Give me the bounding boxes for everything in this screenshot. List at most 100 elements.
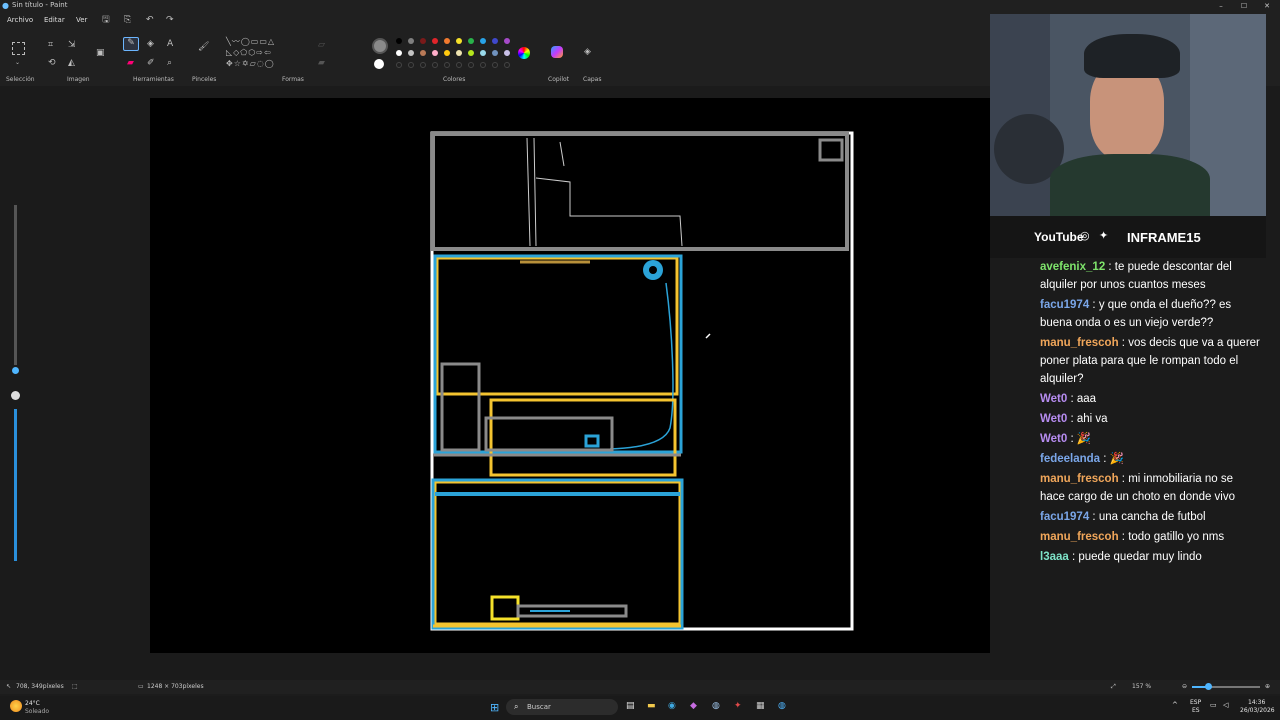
custom-color-slot[interactable]	[504, 62, 510, 68]
flip-icon[interactable]: ◭	[68, 58, 75, 68]
undo-icon[interactable]: ↶	[146, 15, 154, 25]
color-swatch[interactable]	[468, 38, 474, 44]
color-swatch[interactable]	[504, 50, 510, 56]
task-view-icon[interactable]: ▤	[626, 701, 635, 711]
copilot-icon[interactable]	[551, 46, 563, 58]
color-swatch[interactable]	[444, 50, 450, 56]
lang-2[interactable]: ES	[1192, 707, 1200, 714]
pencil-icon[interactable]: ✎	[123, 37, 139, 51]
share-icon[interactable]: ⎘	[124, 15, 131, 25]
color-swatch[interactable]	[444, 38, 450, 44]
clock-time[interactable]: 14:36	[1248, 699, 1265, 706]
image-select-icon[interactable]: ▣	[96, 48, 105, 58]
app-red-icon[interactable]: ✦	[734, 701, 742, 711]
drawing-canvas[interactable]	[150, 98, 990, 653]
brush-size-slider[interactable]	[11, 205, 20, 565]
rotate-icon[interactable]: ⟲	[48, 58, 56, 68]
blue-blob-center	[649, 266, 657, 274]
custom-color-slot[interactable]	[456, 62, 462, 68]
color-swatch[interactable]	[408, 38, 414, 44]
edge-icon[interactable]: ◉	[668, 701, 676, 711]
outline-icon[interactable]: ▱	[318, 40, 325, 50]
color-wheel-icon[interactable]	[518, 47, 530, 59]
chevron-down-icon[interactable]: ⌄	[15, 58, 20, 68]
zoom-slider[interactable]	[1192, 683, 1260, 690]
color-swatch[interactable]	[480, 50, 486, 56]
zoom-level[interactable]: 157 %	[1132, 683, 1151, 690]
current-color-swatch[interactable]	[372, 38, 388, 54]
color-swatch[interactable]	[504, 38, 510, 44]
shapes-gallery[interactable]: ╲〰◯▭▭△ ◺◇⬠⬡⇨⇦ ✥☆✡▱◌◯	[226, 36, 306, 74]
canvas-size-icon: ▭	[138, 683, 144, 690]
steam-icon[interactable]: ◍	[712, 701, 720, 711]
fit-icon[interactable]: ⤢	[1111, 683, 1116, 691]
selection-icon[interactable]	[12, 42, 25, 55]
color-swatch[interactable]	[408, 50, 414, 56]
color-swatch[interactable]	[456, 38, 462, 44]
color-swatch[interactable]	[396, 38, 402, 44]
color-swatch[interactable]	[468, 50, 474, 56]
custom-color-slot[interactable]	[480, 62, 486, 68]
color-swatch[interactable]	[492, 50, 498, 56]
minimize-button[interactable]: –	[1210, 0, 1232, 12]
color-picker-icon[interactable]: ✐	[147, 58, 155, 68]
eraser-icon[interactable]: ▰	[127, 58, 134, 68]
zoom-out-icon[interactable]: ⊖	[1182, 683, 1187, 690]
custom-color-slot[interactable]	[432, 62, 438, 68]
group-copilot-label: Copilot	[548, 76, 570, 83]
app-icon[interactable]: ◆	[690, 701, 697, 711]
color-swatch[interactable]	[492, 38, 498, 44]
redo-icon[interactable]: ↷	[166, 15, 174, 25]
zoom-in-icon[interactable]: ⊕	[1265, 683, 1270, 690]
shape-fill-icon[interactable]: ▰	[318, 58, 325, 68]
paint-taskbar-icon[interactable]: ◍	[778, 701, 786, 711]
search-placeholder: Buscar	[527, 703, 551, 711]
volume-icon[interactable]: ◁	[1223, 701, 1228, 709]
color-swatch[interactable]	[420, 50, 426, 56]
windows-start-icon[interactable]: ⊞	[490, 701, 499, 714]
color-palette[interactable]	[396, 38, 516, 74]
menu-edit[interactable]: Editar	[44, 16, 65, 24]
custom-color-slot[interactable]	[492, 62, 498, 68]
lang-1[interactable]: ESP	[1190, 699, 1201, 706]
taskbar-search[interactable]: ⌕ Buscar	[506, 699, 618, 715]
clock-date[interactable]: 26/03/2026	[1240, 707, 1275, 714]
text-icon[interactable]: A	[167, 39, 173, 49]
close-button[interactable]: ✕	[1256, 0, 1278, 12]
save-icon[interactable]: 🖫	[102, 15, 110, 25]
custom-color-slot[interactable]	[420, 62, 426, 68]
zoom-slider-thumb[interactable]	[1205, 683, 1212, 690]
maximize-button[interactable]: ☐	[1233, 0, 1255, 12]
chat-message: Wet0 : aaa	[1040, 390, 1260, 408]
tray-chevron-icon[interactable]: ^	[1172, 701, 1178, 709]
app-gray-icon[interactable]: ▦	[756, 701, 765, 711]
menu-file[interactable]: Archivo	[7, 16, 33, 24]
custom-color-slot[interactable]	[444, 62, 450, 68]
crop-icon[interactable]: ⌗	[48, 40, 53, 50]
chat-text: : todo gatillo yo nms	[1118, 531, 1225, 543]
opacity-track[interactable]	[14, 409, 17, 561]
layers-icon[interactable]: ◈	[584, 47, 591, 57]
fill-icon[interactable]: ◈	[147, 39, 154, 49]
custom-color-slot[interactable]	[396, 62, 402, 68]
network-icon[interactable]: ▭	[1210, 701, 1217, 709]
secondary-color-swatch[interactable]	[374, 59, 384, 69]
color-swatch[interactable]	[432, 38, 438, 44]
file-explorer-icon[interactable]: ▬	[647, 701, 656, 711]
brush-icon[interactable]: 🖌	[198, 42, 209, 52]
group-tools-label: Herramientas	[133, 76, 174, 83]
resize-icon[interactable]: ⇲	[68, 40, 76, 50]
taskbar: 24°C Soleado ⊞ ⌕ Buscar ▤ ▬ ◉ ◆ ◍ ✦ ▦ ◍ …	[0, 696, 1280, 720]
custom-color-slot[interactable]	[468, 62, 474, 68]
custom-color-slot[interactable]	[408, 62, 414, 68]
color-swatch[interactable]	[420, 38, 426, 44]
color-swatch[interactable]	[396, 50, 402, 56]
selection-size-icon: ⬚	[72, 683, 78, 690]
menu-view[interactable]: Ver	[76, 16, 87, 24]
weather-icon[interactable]	[10, 700, 22, 712]
color-swatch[interactable]	[480, 38, 486, 44]
color-swatch[interactable]	[432, 50, 438, 56]
magnifier-icon[interactable]: ⌕	[167, 58, 172, 68]
color-swatch[interactable]	[456, 50, 462, 56]
slider-thumb[interactable]	[12, 367, 19, 374]
